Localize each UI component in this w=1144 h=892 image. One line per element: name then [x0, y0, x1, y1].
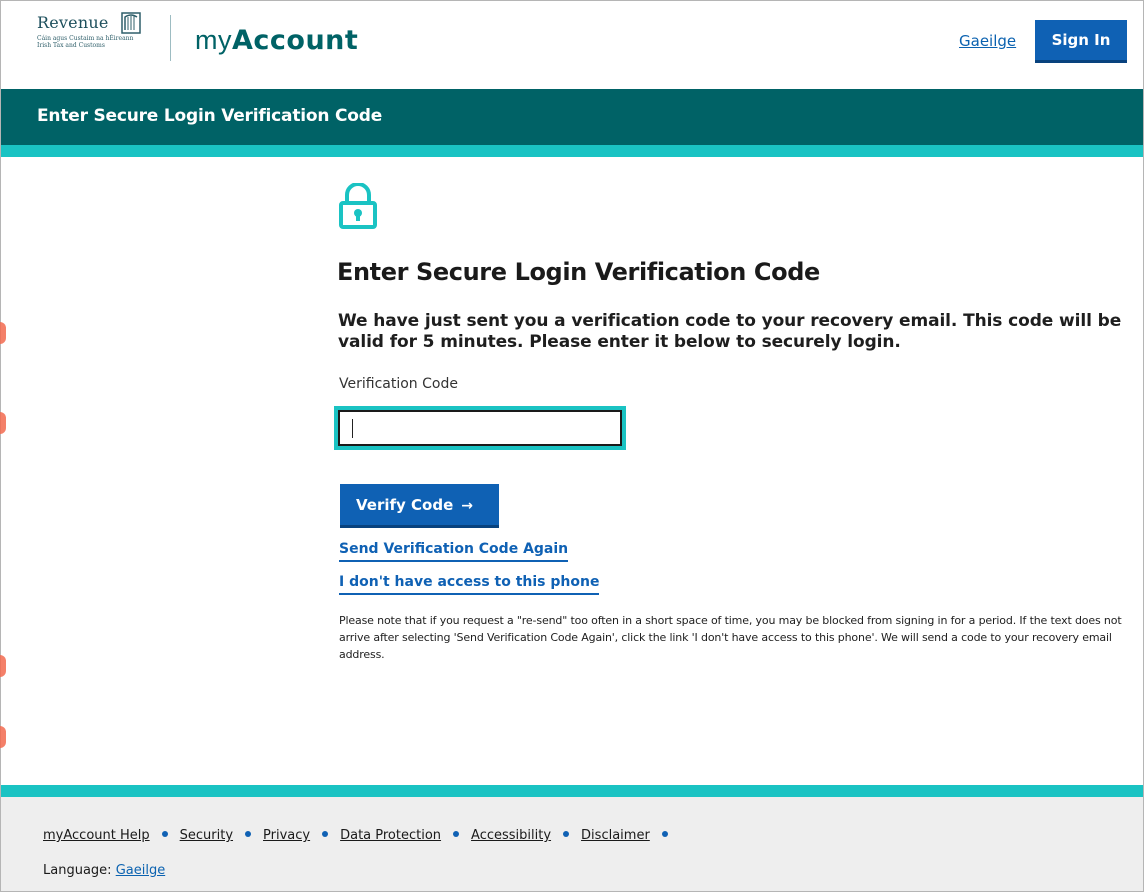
text-caret	[352, 419, 353, 438]
lock-icon	[339, 183, 377, 229]
verification-code-input[interactable]	[338, 410, 622, 446]
bullet-dot	[563, 831, 570, 837]
footer-link-help[interactable]: myAccount Help	[43, 828, 150, 843]
bullet-dot	[322, 831, 329, 837]
verify-code-label: Verify Code	[356, 495, 454, 514]
footer-link-privacy[interactable]: Privacy	[263, 828, 310, 843]
brand-prefix: my	[195, 25, 232, 55]
site-footer: myAccount Help Security Privacy Data Protec…	[1, 797, 1143, 891]
footer-language: Language: Gaeilge	[43, 863, 165, 878]
resend-note: Please note that if you request a "re-se…	[339, 614, 1122, 661]
banner-accent-stripe	[1, 145, 1143, 157]
resend-code-link[interactable]: Send Verification Code Again	[339, 541, 569, 562]
edge-mark	[0, 726, 6, 748]
footer-accent-stripe	[1, 785, 1143, 797]
logo-english-text: Irish Tax and Customs	[37, 42, 105, 49]
language-link[interactable]: Gaeilge	[959, 32, 1016, 50]
revenue-logo[interactable]: Revenue Cáin agus Custaim na hÉireann Ir…	[37, 11, 149, 63]
edge-mark	[0, 322, 6, 344]
bullet-dot	[453, 831, 460, 837]
harp-icon	[121, 12, 141, 34]
footer-language-label: Language:	[43, 863, 112, 878]
footer-link-disclaimer[interactable]: Disclaimer	[581, 828, 650, 843]
footer-link-data-protection[interactable]: Data Protection	[340, 828, 441, 843]
edge-mark	[0, 412, 6, 434]
logo-irish-text: Cáin agus Custaim na hÉireann	[37, 35, 134, 42]
arrow-right-icon: →	[461, 497, 473, 514]
myaccount-brand[interactable]: myAccount	[195, 24, 358, 57]
logo-name: Revenue	[37, 13, 109, 32]
sign-in-button[interactable]: Sign In	[1035, 20, 1127, 63]
footer-nav: myAccount Help Security Privacy Data Protec…	[43, 828, 680, 843]
page-title: Enter Secure Login Verification Code	[337, 258, 820, 286]
header-divider	[170, 15, 171, 61]
instructions-text: We have just sent you a verification cod…	[338, 311, 1122, 352]
brand-suffix: Account	[232, 25, 359, 56]
site-header: Revenue Cáin agus Custaim na hÉireann Ir…	[1, 1, 1143, 82]
edge-mark	[0, 655, 6, 677]
page-banner: Enter Secure Login Verification Code	[1, 89, 1143, 145]
footer-link-security[interactable]: Security	[180, 828, 233, 843]
verification-code-focus-ring	[334, 406, 626, 450]
no-phone-access-link[interactable]: I don't have access to this phone	[339, 574, 600, 595]
verify-code-button[interactable]: Verify Code →	[340, 484, 499, 528]
bullet-dot	[245, 831, 252, 837]
bullet-dot	[661, 831, 668, 837]
bullet-dot	[161, 831, 168, 837]
verification-code-label: Verification Code	[339, 376, 458, 392]
banner-title: Enter Secure Login Verification Code	[37, 106, 383, 126]
footer-link-accessibility[interactable]: Accessibility	[471, 828, 551, 843]
footer-language-link[interactable]: Gaeilge	[116, 863, 166, 878]
